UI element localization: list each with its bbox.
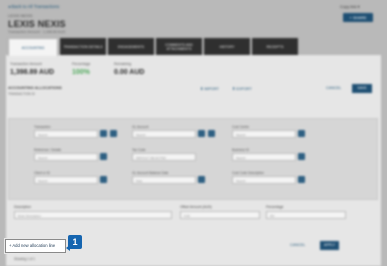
balance-date-input[interactable]: Date [132,176,196,184]
field-label: Tax Code [132,148,146,152]
remaining-label: Remaining [114,62,132,66]
search-icon[interactable] [100,153,107,160]
percentage-label: Percentage [72,62,91,66]
offset-amount-label: Offset Amount (AUD) [180,205,212,209]
section-subtitle: TRANSACTION ID [8,92,35,96]
search-icon[interactable] [298,176,305,183]
business-id-input[interactable]: Search [232,153,296,161]
step-number-badge: 1 [68,235,82,249]
back-link[interactable]: ◂ Back to All Transactions [8,4,59,10]
calendar-icon[interactable] [198,176,205,183]
field-label: Reference / Details [34,148,62,152]
import-button[interactable]: ⬇ IMPORT [200,86,219,91]
transaction-input[interactable]: Search [34,130,98,138]
field-label: Transaction [34,125,51,129]
search-icon[interactable] [100,130,107,137]
cancel-link[interactable]: CANCEL [326,86,341,90]
description-label: Description [14,205,31,209]
lookup-icon[interactable] [208,130,215,137]
search-icon[interactable] [298,130,305,137]
field-label: GL Account Balance Date [132,171,169,175]
tab-receipts[interactable]: RECEIPTS [252,38,298,55]
percentage-value: 100% [72,69,90,76]
tab-transaction-details[interactable]: TRANSACTION DETAILS [60,38,106,55]
field-label: Cost Code Description [232,171,264,175]
reference-input[interactable]: Search [34,153,98,161]
cost-code-input[interactable]: Search [232,176,296,184]
gl-account-input[interactable]: Search [132,130,196,138]
tab-history[interactable]: HISTORY [204,38,250,55]
add-allocation-line-button[interactable]: + Add new allocation line [9,243,55,248]
remaining-value: 0.00 AUD [114,69,145,76]
transaction-subtitle: Transaction Amount · 1,398.89 AUD [8,30,66,34]
search-icon[interactable] [298,153,305,160]
cost-centre-input[interactable]: Search [232,130,296,138]
copy-link[interactable]: Copy link ▾ [340,4,360,9]
section-title: ACCOUNTING ALLOCATIONS [8,86,62,90]
export-button[interactable]: ⬆ EXPORT [232,86,252,91]
field-label: GL Account [132,125,149,129]
transaction-amount-label: Transaction Amount [10,62,42,66]
tax-code-select[interactable]: DEFAULT SELECTED [132,153,196,161]
offset-amount-input[interactable]: 0.00 [180,211,260,219]
search-icon[interactable] [198,130,205,137]
tab-engagements[interactable]: ENGAGEMENTS [108,38,154,55]
tab-bar: ACCOUNTING TRANSACTION DETAILS ENGAGEMEN… [8,38,298,56]
lookup-icon[interactable] [110,130,117,137]
percentage-field-label: Percentage [266,205,284,209]
percentage-input[interactable]: 0% [266,211,346,219]
tab-accounting[interactable]: ACCOUNTING [8,38,58,56]
description-input[interactable]: Enter Description [14,211,172,219]
field-label: Client or ID [34,171,50,175]
client-input[interactable]: Search [34,176,98,184]
transaction-amount-value: 1,398.89 AUD [10,69,55,76]
share-button[interactable]: + SHARE [343,13,373,22]
blurred-background-page: ◂ Back to All Transactions Copy link ▾ +… [0,0,387,266]
cancel-button[interactable]: CANCEL [290,243,305,247]
results-count: Showing 1 of 1 [14,257,36,261]
page-title: LEXIS NEXIS [8,19,66,29]
field-label: Cost Centre [232,125,250,129]
apply-button[interactable]: APPLY [320,241,339,250]
save-button[interactable]: SAVE [352,84,372,93]
company-label: LEXIS NEXIS [8,13,33,18]
tab-comments[interactable]: COMMENTS AND ATTACHMENTS [156,38,202,55]
field-label: Business ID [232,148,250,152]
search-icon[interactable] [100,176,107,183]
